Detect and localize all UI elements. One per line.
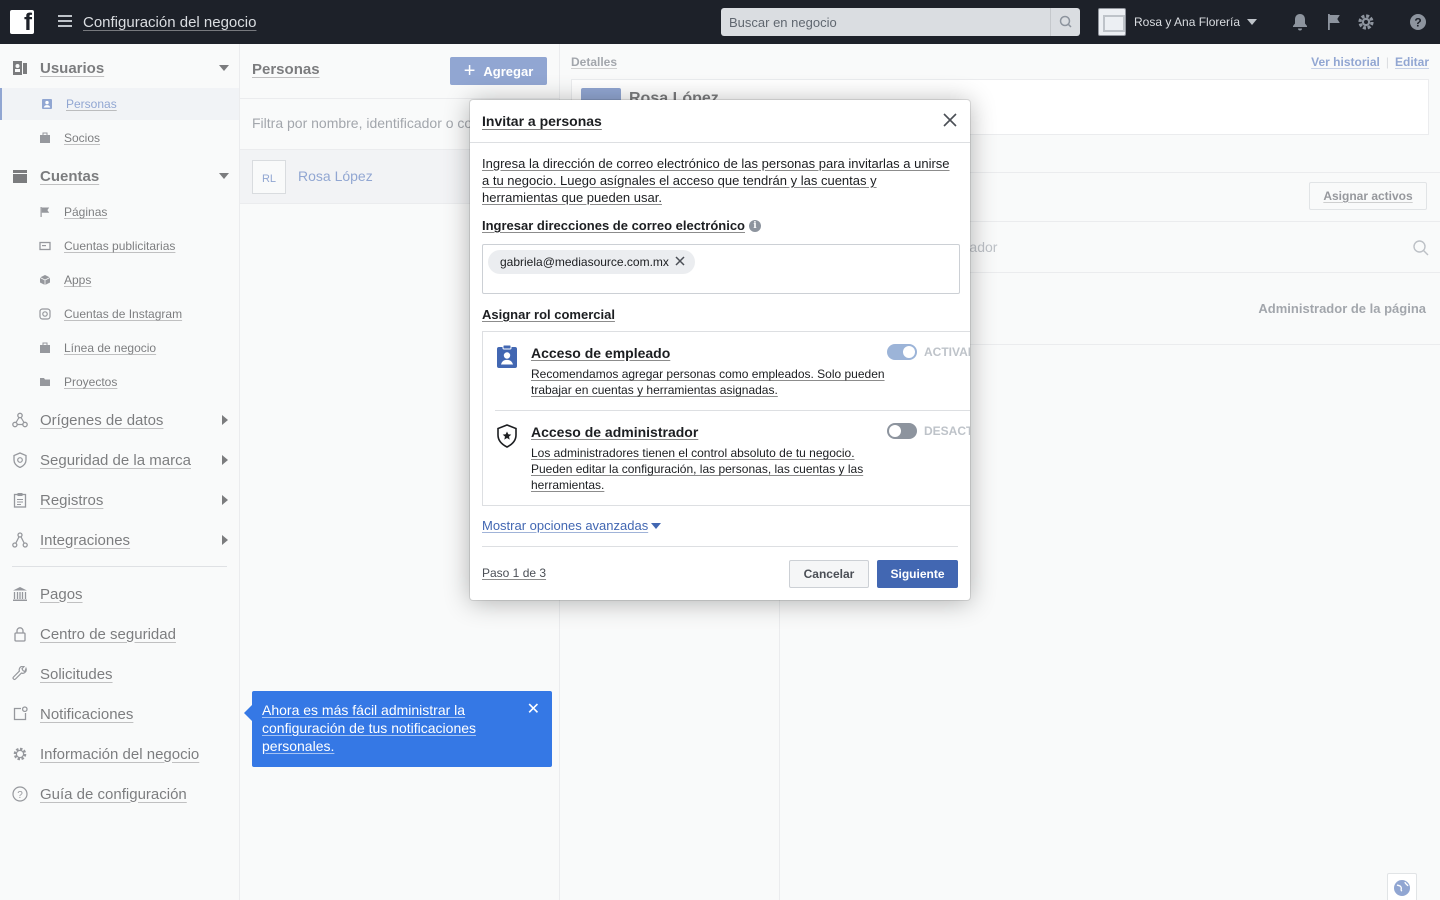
employee-access-toggle[interactable] (887, 344, 917, 360)
close-icon[interactable] (942, 112, 958, 128)
gear-icon[interactable] (1356, 12, 1376, 32)
dialog-title: Invitar a personas (482, 113, 602, 129)
invite-people-dialog: Invitar a personas Ingresa la dirección … (470, 100, 970, 600)
dialog-intro: Ingresa la dirección de correo electróni… (482, 155, 952, 206)
remove-icon[interactable] (674, 255, 686, 267)
toggle-knob (903, 346, 915, 358)
search-button[interactable] (1050, 8, 1080, 36)
cancel-button[interactable]: Cancelar (789, 560, 869, 588)
svg-text:?: ? (1414, 16, 1421, 30)
dialog-intro-text: Ingresa la dirección de correo electróni… (482, 156, 950, 205)
email-chip: gabriela@mediasource.com.mx (488, 250, 695, 274)
emails-label: Ingresar direcciones de correo electróni… (482, 218, 761, 233)
business-switcher[interactable]: Rosa y Ana Florería (1098, 8, 1258, 36)
step-indicator: Paso 1 de 3 (482, 566, 547, 580)
employee-badge-icon (497, 344, 517, 368)
facebook-logo-icon[interactable]: f (10, 9, 34, 36)
close-icon[interactable]: ✕ (527, 701, 540, 719)
tip-arrow (244, 705, 252, 721)
dialog-footer-divider (482, 546, 958, 547)
business-search (721, 8, 1080, 36)
emails-label-text: Ingresar direcciones de correo electróni… (482, 218, 745, 233)
search-icon (1059, 15, 1072, 28)
role-title: Acceso de administrador (531, 424, 699, 440)
role-title: Acceso de empleado (531, 345, 671, 361)
email-chip-text: gabriela@mediasource.com.mx (500, 255, 669, 269)
dialog-header: Invitar a personas (470, 100, 970, 143)
toggle-state-label: ACTIVADO (924, 345, 970, 359)
role-option-admin: Acceso de administrador Los administrado… (495, 411, 970, 506)
top-bar: f Configuración del negocio Rosa y Ana F… (0, 0, 1440, 44)
notifications-tip: Ahora es más fácil administrar la config… (244, 691, 552, 767)
business-avatar-icon (1098, 8, 1126, 36)
hamburger-menu-icon[interactable] (58, 15, 72, 27)
role-label: Asignar rol comercial (482, 307, 615, 322)
role-option-employee: Acceso de empleado Recomendamos agregar … (495, 332, 970, 411)
advanced-options-link[interactable]: Mostrar opciones avanzadas (482, 518, 662, 533)
admin-access-toggle[interactable] (887, 423, 917, 439)
search-input[interactable] (721, 8, 1049, 36)
business-name: Rosa y Ana Florería (1134, 15, 1241, 29)
info-icon[interactable]: i (749, 219, 761, 232)
tip-text: Ahora es más fácil administrar la config… (262, 702, 477, 754)
bell-icon[interactable] (1290, 12, 1310, 32)
role-options: Acceso de empleado Recomendamos agregar … (482, 331, 970, 506)
advanced-options-label: Mostrar opciones avanzadas (482, 518, 649, 533)
admin-shield-icon (497, 424, 517, 448)
toggle-state-label: DESACTIVADO (924, 424, 970, 438)
next-button[interactable]: Siguiente (877, 560, 958, 588)
role-description: Recomendamos agregar personas como emple… (531, 367, 885, 397)
chevron-down-icon (1247, 19, 1258, 25)
role-description: Los administradores tienen el control ab… (531, 446, 864, 492)
chevron-down-icon (651, 522, 662, 529)
flag-icon[interactable] (1324, 12, 1344, 32)
toggle-knob (889, 425, 901, 437)
email-input-field[interactable]: gabriela@mediasource.com.mx (482, 244, 960, 294)
help-icon[interactable]: ? (1408, 12, 1428, 32)
app-title[interactable]: Configuración del negocio (83, 14, 256, 31)
